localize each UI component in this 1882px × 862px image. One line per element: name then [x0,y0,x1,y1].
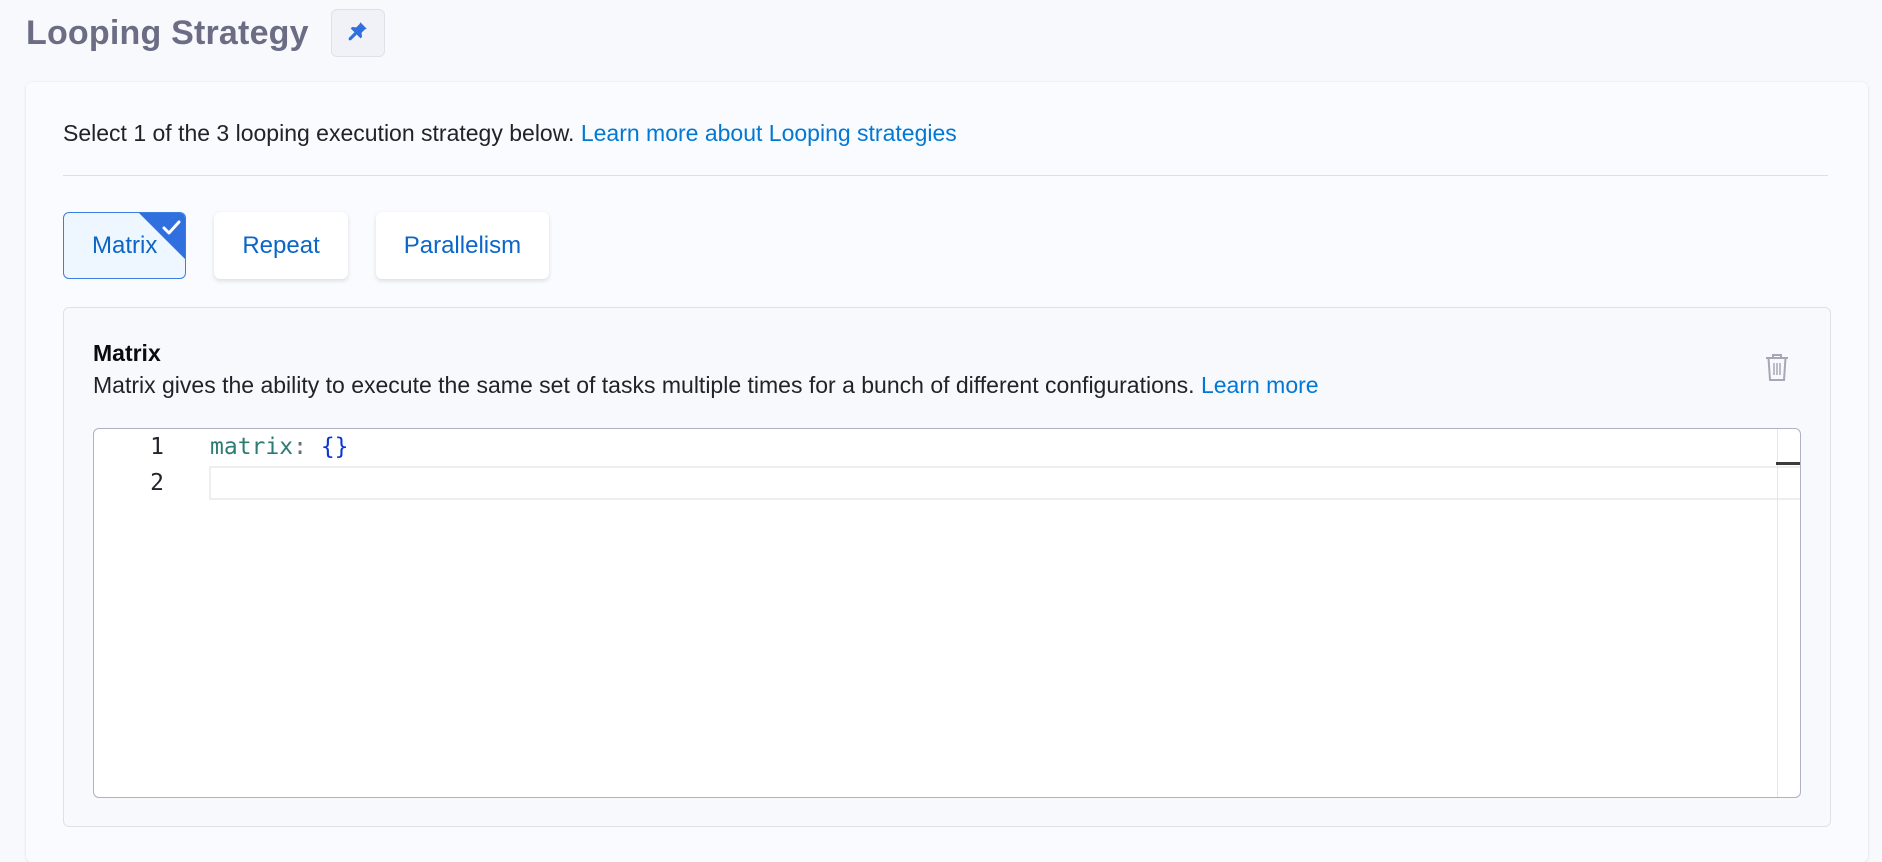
pin-icon [347,20,369,47]
strategy-description-text: Select 1 of the 3 looping execution stra… [63,120,581,146]
learn-more-link[interactable]: Learn more [1201,372,1319,398]
editor-scrollbar[interactable] [1777,429,1778,797]
scroll-position-marker [1776,462,1800,465]
page-title: Looping Strategy [26,13,309,52]
looping-strategy-card: Select 1 of the 3 looping execution stra… [26,82,1868,862]
code-text: matrix: {} [210,429,349,465]
tab-matrix[interactable]: Matrix [63,212,187,279]
page-header: Looping Strategy [26,8,385,58]
current-line-highlight [209,466,1800,500]
panel-title: Matrix [93,340,161,366]
check-icon [160,216,182,244]
matrix-panel: Matrix Matrix gives the ability to execu… [63,307,1831,827]
yaml-colon: : [293,434,307,460]
tab-repeat-label: Repeat [242,231,320,259]
tab-parallelism-label: Parallelism [403,231,522,259]
panel-description: Matrix gives the ability to execute the … [93,372,1319,399]
line-number: 1 [150,434,164,460]
yaml-value: {} [320,434,349,460]
strategy-description: Select 1 of the 3 looping execution stra… [63,120,957,147]
trash-icon[interactable] [1764,352,1790,387]
line-number: 2 [150,470,164,496]
pin-button[interactable] [330,9,385,57]
strategy-tabs: Matrix Repeat Parallelism [63,212,550,279]
panel-description-text: Matrix gives the ability to execute the … [93,372,1201,398]
yaml-editor[interactable]: 1 matrix: {} 2 [93,428,1801,798]
tab-repeat[interactable]: Repeat [214,212,348,279]
learn-more-looping-link[interactable]: Learn more about Looping strategies [581,120,957,146]
tab-parallelism[interactable]: Parallelism [375,212,550,279]
divider [63,175,1828,176]
yaml-key: matrix [210,434,294,460]
